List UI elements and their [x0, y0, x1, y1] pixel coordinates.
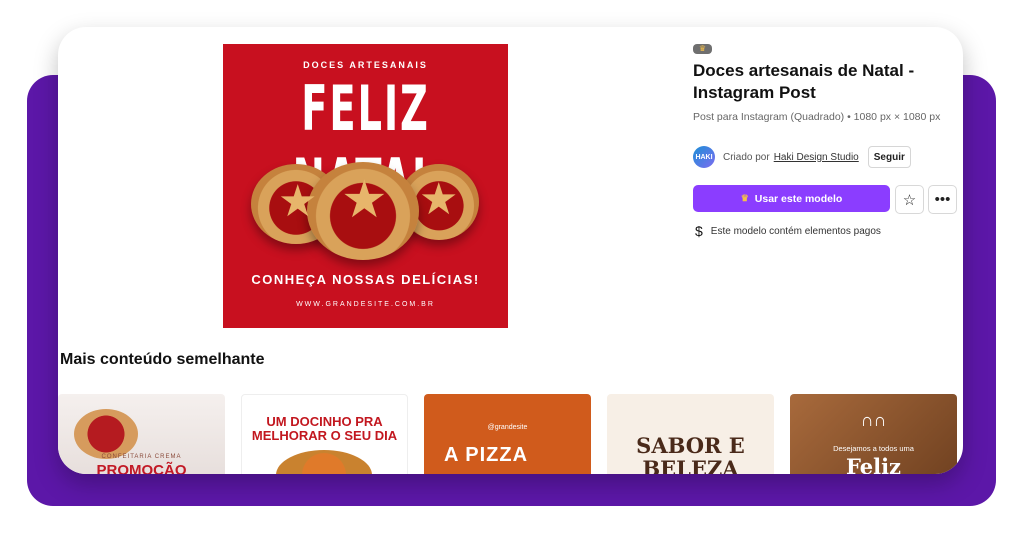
thumbnail-title: UM DOCINHO PRA MELHORAR O SEU DIA	[251, 414, 398, 443]
creator-row: HAKI Criado por Haki Design Studio Segui…	[693, 146, 911, 168]
thumbnail-handle: @grandesite	[487, 424, 528, 431]
preview-top-text: DOCES ARTESANAIS	[303, 60, 428, 70]
follow-button[interactable]: Seguir	[867, 146, 911, 168]
favorite-button[interactable]: ☆	[895, 185, 924, 214]
template-subtitle: Post para Instagram (Quadrado) • 1080 px…	[693, 111, 941, 123]
star-icon: ☆	[902, 191, 917, 209]
thumbnail-small-text: Desejamos a todos uma	[833, 444, 914, 453]
similar-thumbnail[interactable]: CONFEITARIA CREMA PROMOÇÃO	[58, 394, 225, 474]
similar-thumbnail[interactable]: SABOR E BELEZA	[607, 394, 774, 474]
star-cookie-icon: ★	[278, 177, 318, 226]
similar-thumbnail[interactable]: @grandesite A PIZZA	[424, 394, 591, 474]
more-icon: •••	[934, 191, 951, 208]
use-template-label: Usar este modelo	[754, 192, 843, 205]
crown-icon: ♛	[693, 44, 712, 54]
creator-link[interactable]: Haki Design Studio	[774, 152, 859, 163]
paid-notice: $ Este modelo contém elementos pagos	[695, 223, 881, 239]
more-options-button[interactable]: •••	[928, 185, 957, 214]
thumbnail-title: PROMOÇÃO	[96, 462, 187, 474]
similar-thumbnail[interactable]: ∩∩ Desejamos a todos uma Feliz	[790, 394, 957, 474]
bunny-ears-icon: ∩∩	[860, 410, 887, 430]
similar-thumbnail[interactable]: UM DOCINHO PRA MELHORAR O SEU DIA	[241, 394, 408, 474]
use-template-button[interactable]: ♛ Usar este modelo	[693, 185, 890, 212]
template-title: Doces artesanais de Natal - Instagram Po…	[693, 61, 915, 102]
dollar-icon: $	[695, 223, 703, 239]
thumbnail-small-text: CONFEITARIA CREMA	[101, 454, 182, 460]
thumbnail-title: A PIZZA	[444, 444, 529, 466]
paid-notice-text: Este modelo contém elementos pagos	[710, 225, 881, 237]
similar-section-title: Mais conteúdo semelhante	[60, 351, 265, 368]
created-by-label: Criado por	[723, 151, 770, 163]
star-cookie-icon: ★	[419, 175, 459, 224]
pie-image	[74, 409, 138, 459]
star-cookie-icon: ★	[341, 171, 388, 229]
crown-icon: ♛	[740, 193, 749, 203]
thumbnail-title: SABOR E BELEZA	[636, 433, 745, 474]
preview-subtitle: CONHEÇA NOSSAS DELÍCIAS!	[251, 272, 480, 287]
template-preview[interactable]: DOCES ARTESANAIS FELIZ NATAL ★ ★ ★ CONHE…	[223, 44, 508, 328]
avatar[interactable]: HAKI	[693, 146, 715, 168]
thumbnail-title: Feliz	[845, 454, 901, 474]
template-card: DOCES ARTESANAIS FELIZ NATAL ★ ★ ★ CONHE…	[58, 27, 963, 474]
pie-image	[276, 450, 372, 474]
preview-url: WWW.GRANDESITE.COM.BR	[296, 301, 435, 308]
